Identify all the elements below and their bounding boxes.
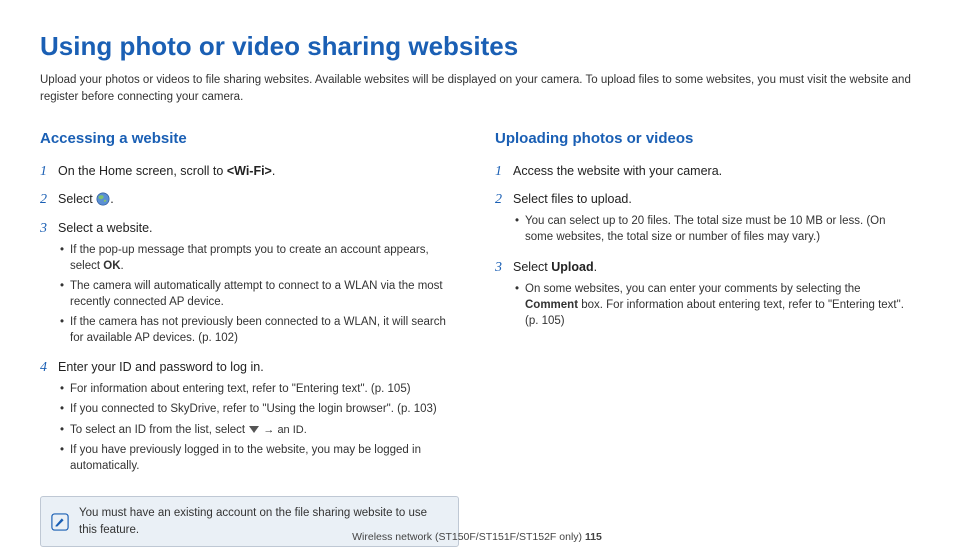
page-title: Using photo or video sharing websites — [40, 28, 914, 66]
step-2: 2 Select files to upload. You can select… — [495, 190, 914, 249]
upload-label: Upload — [551, 260, 593, 274]
step-3: 3 Select a website. If the pop-up messag… — [40, 219, 459, 351]
step-number: 2 — [40, 190, 58, 210]
step-1: 1 Access the website with your camera. — [495, 162, 914, 182]
bullet: If the camera has not previously been co… — [58, 314, 459, 346]
step-4: 4 Enter your ID and password to log in. … — [40, 358, 459, 478]
step-4-text: Enter your ID and password to log in. — [58, 358, 459, 376]
step-3: 3 Select Upload. On some websites, you c… — [495, 258, 914, 333]
step-3-text: Select Upload. — [513, 258, 914, 276]
content-columns: Accessing a website 1 On the Home screen… — [40, 128, 914, 547]
bullet: For information about entering text, ref… — [58, 381, 459, 397]
dropdown-icon — [249, 426, 259, 433]
text: . — [594, 260, 597, 274]
step-2-text: Select . — [58, 190, 459, 208]
text: Select — [513, 260, 551, 274]
bullet: To select an ID from the list, select → … — [58, 422, 459, 438]
step-number: 2 — [495, 190, 513, 249]
text: box. For information about entering text… — [525, 299, 904, 327]
text: Select — [58, 192, 96, 206]
wifi-label: <Wi-Fi> — [227, 164, 272, 178]
right-column: Uploading photos or videos 1 Access the … — [495, 128, 914, 547]
page-footer: Wireless network (ST150F/ST151F/ST152F o… — [0, 530, 954, 545]
left-column: Accessing a website 1 On the Home screen… — [40, 128, 459, 547]
text: If the pop-up message that prompts you t… — [70, 244, 429, 272]
step-number: 3 — [40, 219, 58, 351]
bullet: You can select up to 20 files. The total… — [513, 213, 914, 245]
note-icon — [51, 513, 69, 531]
step-number: 1 — [495, 162, 513, 182]
text: On some websites, you can enter your com… — [525, 283, 861, 295]
ok-label: OK — [103, 260, 120, 272]
page-number: 115 — [585, 531, 602, 543]
bullet: If you have previously logged in to the … — [58, 442, 459, 474]
text: . — [272, 164, 275, 178]
bullet: If the pop-up message that prompts you t… — [58, 242, 459, 274]
globe-icon — [96, 192, 110, 206]
text: On the Home screen, scroll to — [58, 164, 227, 178]
text: . — [110, 192, 113, 206]
text: To select an ID from the list, select — [70, 424, 248, 436]
step-3-text: Select a website. — [58, 219, 459, 237]
bullet: If you connected to SkyDrive, refer to "… — [58, 401, 459, 417]
footer-text: Wireless network (ST150F/ST151F/ST152F o… — [352, 531, 585, 543]
section-uploading: Uploading photos or videos — [495, 128, 914, 150]
step-2: 2 Select . — [40, 190, 459, 210]
step-2-text: Select files to upload. — [513, 190, 914, 208]
section-accessing: Accessing a website — [40, 128, 459, 150]
comment-label: Comment — [525, 299, 578, 311]
step-number: 3 — [495, 258, 513, 333]
text: . — [121, 260, 124, 272]
intro-text: Upload your photos or videos to file sha… — [40, 72, 914, 107]
bullet: The camera will automatically attempt to… — [58, 278, 459, 310]
step-1: 1 On the Home screen, scroll to <Wi-Fi>. — [40, 162, 459, 182]
step-1-text: Access the website with your camera. — [513, 162, 914, 180]
text: → an ID. — [260, 424, 306, 436]
step-number: 4 — [40, 358, 58, 478]
step-number: 1 — [40, 162, 58, 182]
step-1-text: On the Home screen, scroll to <Wi-Fi>. — [58, 162, 459, 180]
bullet: On some websites, you can enter your com… — [513, 281, 914, 329]
